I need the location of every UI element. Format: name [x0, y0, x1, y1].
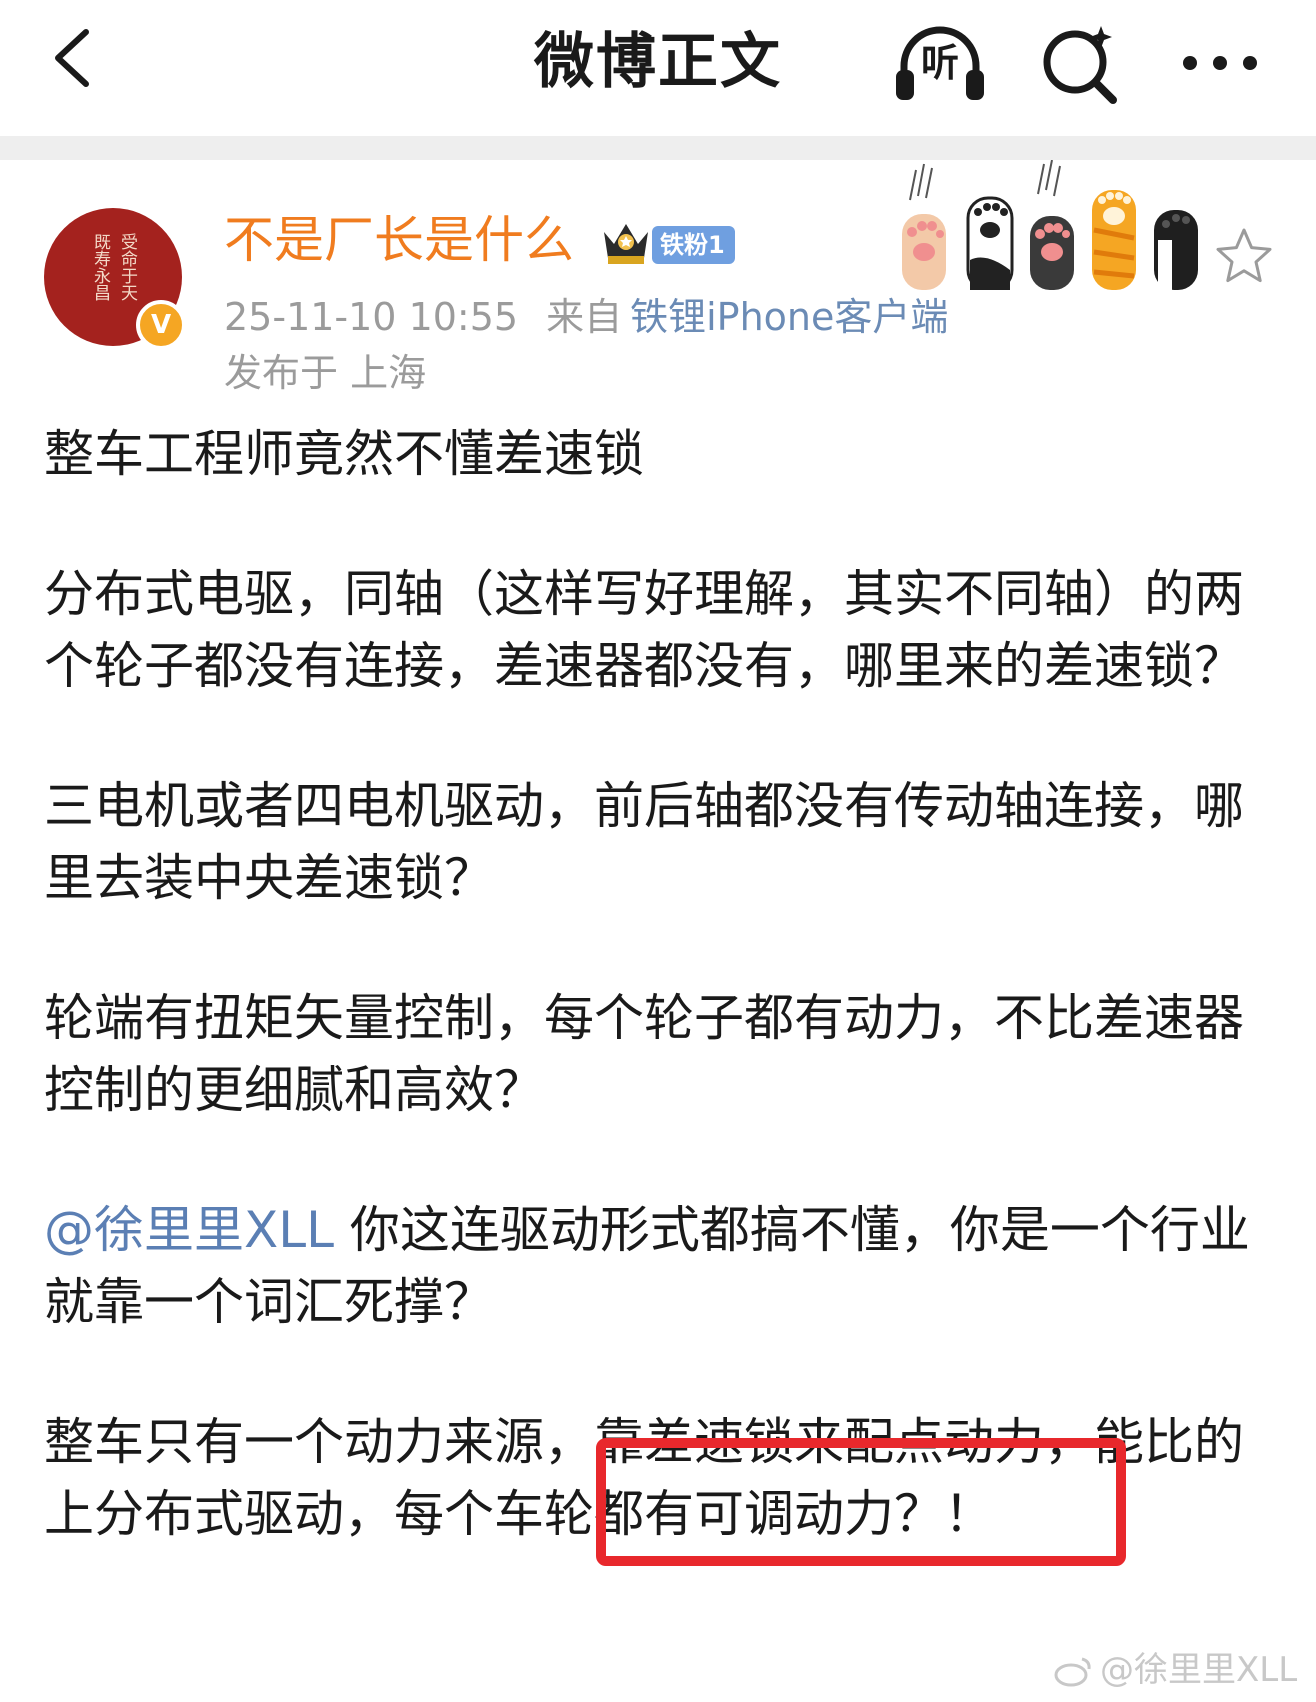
search-icon: [1043, 26, 1117, 104]
post-paragraph-4: 轮端有扭矩矢量控制，每个轮子都有动力，不比差速器控制的更细腻和高效？: [44, 989, 1244, 1119]
post-paragraph-1: 整车工程师竟然不懂差速锁: [44, 425, 644, 483]
crown-icon: [604, 224, 648, 264]
listen-button[interactable]: 听: [890, 18, 990, 108]
search-button[interactable]: [1030, 18, 1130, 108]
post-header: 受命于天 既寿永昌 V 不是厂长是什么 铁粉1 25-11-10 10:55 来自…: [0, 160, 1316, 410]
avatar-seal-text-1: 受命于天: [117, 233, 137, 301]
post-meta: 25-11-10 10:55 来自 铁锂iPhone客户端: [224, 292, 948, 342]
mention-link[interactable]: @徐里里XLL: [44, 1201, 334, 1259]
star-icon: [1216, 228, 1272, 283]
from-label: 来自: [546, 295, 623, 339]
verified-badge-icon: V: [136, 300, 186, 350]
favorite-button[interactable]: [1208, 220, 1280, 292]
section-divider: [0, 136, 1316, 160]
post-paragraph-2: 分布式电驱，同轴（这样写好理解，其实不同轴）的两个轮子都没有连接，差速器都没有，…: [44, 565, 1244, 695]
avatar-seal-text-2: 既寿永昌: [90, 233, 110, 301]
listen-label: 听: [920, 41, 959, 85]
avatar-seal: 受命于天 既寿永昌: [74, 233, 152, 321]
post-location: 发布于 上海: [224, 351, 427, 395]
weibo-logo-icon: [1054, 1657, 1091, 1687]
post-paragraph-3: 三电机或者四电机驱动，前后轴都没有传动轴连接，哪里去装中央差速锁？: [44, 777, 1244, 907]
post-body: 整车工程师竟然不懂差速锁 分布式电驱，同轴（这样写好理解，其实不同轴）的两个轮子…: [44, 418, 1280, 1550]
post-time: 25-11-10 10:55: [224, 295, 519, 339]
fan-badge: 铁粉1: [652, 226, 735, 264]
watermark: @徐里里XLL: [1054, 1648, 1297, 1692]
watermark-text: @徐里里XLL: [1100, 1650, 1298, 1690]
cat-paws-decoration-icon: [896, 160, 1236, 290]
post-paragraph-5: @徐里里XLL 你这连驱动形式都搞不懂，你是一个行业就靠一个词汇死撑？: [44, 1194, 1280, 1338]
author-name[interactable]: 不是厂长是什么: [224, 210, 574, 270]
post-paragraph-6-text-1: 整车只有一个动力来源，: [44, 1413, 594, 1471]
top-nav-bar: 微博正文 听: [0, 0, 1316, 136]
client-link[interactable]: 铁锂iPhone客户端: [630, 295, 948, 339]
red-highlight-box: [596, 1438, 1126, 1566]
more-dots-icon: [1183, 56, 1257, 70]
more-button[interactable]: [1170, 18, 1270, 108]
